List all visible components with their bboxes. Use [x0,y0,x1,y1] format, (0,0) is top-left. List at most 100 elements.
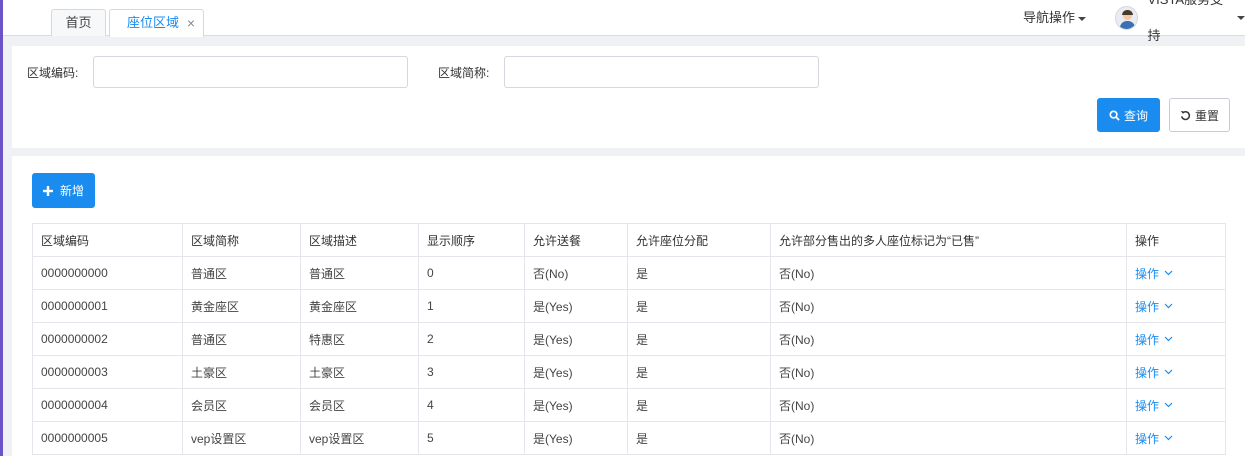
tab-seat-area-label: 座位区域 [127,15,180,30]
tab-home-label: 首页 [65,15,92,30]
area-code-label: 区域编码: [27,66,79,80]
row-actions-dropdown[interactable]: 操作 [1135,265,1173,282]
tab-close-icon[interactable]: × [187,10,195,36]
cell-allow-meal: 否(No) [524,256,628,290]
search-panel: 区域编码: 区域简称: 查询 重置 [12,46,1245,148]
table-row: 0000000000 普通区 普通区 0 否(No) 是 否(No) 操作 [32,256,1226,290]
cell-allow-seat-assign: 是 [627,388,771,422]
tab-home[interactable]: 首页 [51,9,106,36]
query-button[interactable]: 查询 [1097,98,1160,132]
nav-operations-label: 导航操作 [1023,10,1076,25]
search-icon [1109,109,1120,121]
cell-allow-meal: 是(Yes) [524,322,628,356]
cell-order: 0 [418,256,525,290]
row-actions-label: 操作 [1135,398,1160,413]
cell-order: 4 [418,388,525,422]
cell-partial-sold: 否(No) [770,322,1127,356]
cell-allow-seat-assign: 是 [627,322,771,356]
row-actions-dropdown[interactable]: 操作 [1135,298,1173,315]
content-panel: 新增 区域编码 区域简称 区域描述 显示顺序 允许送餐 允许座位分配 允许部分售… [12,156,1245,456]
seat-area-table: 区域编码 区域简称 区域描述 显示顺序 允许送餐 允许座位分配 允许部分售出的多… [32,223,1226,455]
cell-actions: 操作 [1126,289,1226,323]
chevron-down-icon [1164,402,1173,408]
cell-allow-seat-assign: 是 [627,256,771,290]
chevron-down-icon [1164,303,1173,309]
row-actions-dropdown[interactable]: 操作 [1135,331,1173,348]
cell-allow-meal: 是(Yes) [524,388,628,422]
cell-allow-seat-assign: 是 [627,289,771,323]
cell-order: 2 [418,322,525,356]
table-row: 0000000005 vep设置区 vep设置区 5 是(Yes) 是 否(No… [32,421,1226,455]
row-actions-dropdown[interactable]: 操作 [1135,430,1173,447]
chevron-down-icon [1164,369,1173,375]
chevron-down-icon [1164,336,1173,342]
chevron-down-icon [1164,270,1173,276]
cell-code: 0000000005 [32,421,183,455]
column-header: 允许送餐 [524,223,628,257]
row-actions-dropdown[interactable]: 操作 [1135,364,1173,381]
top-bar: 首页 座位区域 × 导航操作 VISTA服务支持 [3,0,1245,43]
cell-order: 5 [418,421,525,455]
user-menu[interactable]: VISTA服务支持 [1115,0,1245,43]
row-actions-dropdown[interactable]: 操作 [1135,397,1173,414]
cell-partial-sold: 否(No) [770,256,1127,290]
plus-icon [42,185,53,196]
row-actions-label: 操作 [1135,266,1160,281]
table-row: 0000000002 普通区 特惠区 2 是(Yes) 是 否(No) 操作 [32,322,1226,356]
cell-actions: 操作 [1126,388,1226,422]
window-left-edge [0,0,3,456]
reset-button[interactable]: 重置 [1169,98,1230,132]
cell-code: 0000000004 [32,388,183,422]
caret-down-icon [1078,16,1087,21]
row-actions-label: 操作 [1135,431,1160,446]
cell-allow-meal: 是(Yes) [524,355,628,389]
cell-order: 3 [418,355,525,389]
cell-short-name: 普通区 [182,256,301,290]
cell-partial-sold: 否(No) [770,289,1127,323]
area-name-input[interactable] [504,56,819,88]
cell-short-name: vep设置区 [182,421,301,455]
avatar [1115,6,1139,30]
cell-allow-seat-assign: 是 [627,355,771,389]
cell-allow-seat-assign: 是 [627,421,771,455]
cell-short-name: 会员区 [182,388,301,422]
cell-short-name: 普通区 [182,322,301,356]
cell-description: 土豪区 [300,355,419,389]
area-name-label: 区域简称: [438,66,490,80]
nav-operations-menu[interactable]: 导航操作 [1023,0,1087,36]
cell-code: 0000000003 [32,355,183,389]
add-button[interactable]: 新增 [32,173,95,208]
cell-allow-meal: 是(Yes) [524,289,628,323]
cell-allow-meal: 是(Yes) [524,421,628,455]
reset-button-label: 重置 [1194,108,1219,123]
cell-code: 0000000000 [32,256,183,290]
chevron-down-icon [1164,435,1173,441]
cell-short-name: 土豪区 [182,355,301,389]
cell-code: 0000000002 [32,322,183,356]
cell-description: 黄金座区 [300,289,419,323]
row-actions-label: 操作 [1135,332,1160,347]
add-button-label: 新增 [59,184,84,198]
column-header: 允许部分售出的多人座位标记为“已售” [770,223,1127,257]
cell-short-name: 黄金座区 [182,289,301,323]
query-button-label: 查询 [1123,108,1148,123]
cell-description: vep设置区 [300,421,419,455]
row-actions-label: 操作 [1135,299,1160,314]
cell-actions: 操作 [1126,322,1226,356]
table-row: 0000000004 会员区 会员区 4 是(Yes) 是 否(No) 操作 [32,388,1226,422]
reset-icon [1180,110,1191,121]
column-header: 显示顺序 [418,223,525,257]
cell-description: 普通区 [300,256,419,290]
cell-description: 会员区 [300,388,419,422]
cell-partial-sold: 否(No) [770,355,1127,389]
cell-partial-sold: 否(No) [770,388,1127,422]
caret-down-icon [1237,16,1245,20]
table-row: 0000000003 土豪区 土豪区 3 是(Yes) 是 否(No) 操作 [32,355,1226,389]
cell-order: 1 [418,289,525,323]
tab-seat-area[interactable]: 座位区域 × [109,9,204,37]
area-code-input[interactable] [93,56,408,88]
column-header: 区域简称 [182,223,301,257]
cell-actions: 操作 [1126,355,1226,389]
cell-actions: 操作 [1126,256,1226,290]
table-header-row: 区域编码 区域简称 区域描述 显示顺序 允许送餐 允许座位分配 允许部分售出的多… [32,223,1226,257]
